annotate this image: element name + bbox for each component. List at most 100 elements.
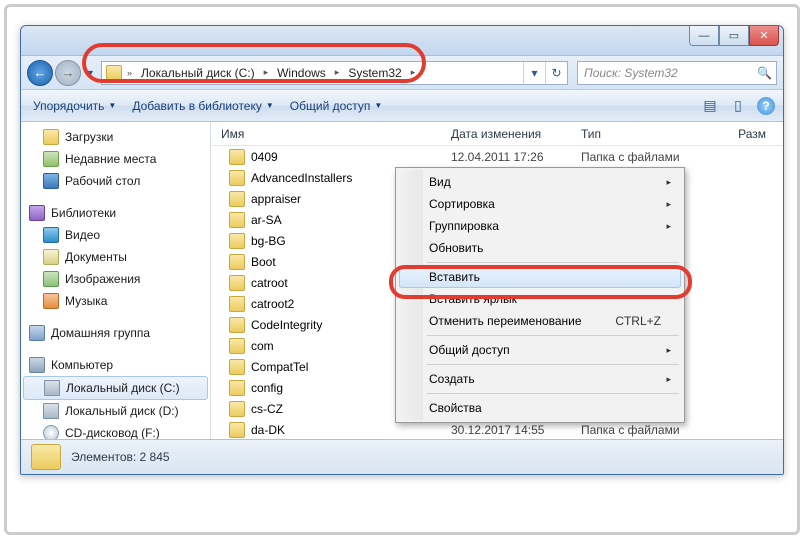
chevron-icon[interactable]: ▸ xyxy=(332,67,343,78)
tree-recent[interactable]: Недавние места xyxy=(21,148,210,170)
tree-drive-d[interactable]: Локальный диск (D:) xyxy=(21,400,210,422)
folder-icon xyxy=(229,422,245,438)
tree-cd-drive[interactable]: CD-дисковод (F:) xyxy=(21,422,210,439)
search-placeholder: Поиск: System32 xyxy=(584,66,678,80)
tree-computer[interactable]: ▽Компьютер xyxy=(21,354,210,376)
folder-icon xyxy=(229,296,245,312)
file-name: 0409 xyxy=(251,150,451,164)
forward-button[interactable]: → xyxy=(55,60,81,86)
desktop-icon xyxy=(43,173,59,189)
preview-pane-button[interactable]: ▯ xyxy=(729,97,747,115)
search-input[interactable]: Поиск: System32 🔍 xyxy=(577,61,777,85)
folder-icon xyxy=(229,359,245,375)
column-headers: Имя Дата изменения Тип Разм xyxy=(211,122,783,146)
folder-icon xyxy=(229,212,245,228)
ctx-new[interactable]: Создать▸ xyxy=(399,368,681,390)
ctx-sort[interactable]: Сортировка▸ xyxy=(399,193,681,215)
submenu-arrow-icon: ▸ xyxy=(666,177,671,188)
tree-music[interactable]: Музыка xyxy=(21,290,210,312)
list-item[interactable]: 040912.04.2011 17:26Папка с файлами xyxy=(211,146,783,167)
close-button[interactable]: ✕ xyxy=(749,26,779,46)
status-bar: Элементов: 2 845 xyxy=(21,439,783,474)
breadcrumb-windows[interactable]: Windows xyxy=(273,66,330,80)
tree-images[interactable]: Изображения xyxy=(21,268,210,290)
view-mode-button[interactable]: ▤ xyxy=(701,97,719,115)
tree-desktop[interactable]: Рабочий стол xyxy=(21,170,210,192)
file-type: Папка с файлами xyxy=(581,423,721,437)
tree-video[interactable]: Видео xyxy=(21,224,210,246)
breadcrumb-drive[interactable]: Локальный диск (C:) xyxy=(137,66,259,80)
address-bar[interactable]: » Локальный диск (C:) ▸ Windows ▸ System… xyxy=(101,61,568,85)
folder-icon xyxy=(229,317,245,333)
cd-icon xyxy=(43,425,59,439)
col-type[interactable]: Тип xyxy=(571,127,711,141)
folder-icon xyxy=(229,170,245,186)
file-type: Папка с файлами xyxy=(581,150,721,164)
col-name[interactable]: Имя xyxy=(211,127,441,141)
submenu-arrow-icon: ▸ xyxy=(666,199,671,210)
computer-icon xyxy=(29,357,45,373)
chevron-icon[interactable]: ▸ xyxy=(261,67,272,78)
titlebar: — ▭ ✕ xyxy=(21,26,783,56)
search-icon[interactable]: 🔍 xyxy=(757,66,772,80)
video-icon xyxy=(43,227,59,243)
tree-drive-c[interactable]: Локальный диск (C:) xyxy=(23,376,208,400)
chevron-icon[interactable]: ▸ xyxy=(408,67,419,78)
folder-icon xyxy=(229,338,245,354)
file-date: 30.12.2017 14:55 xyxy=(451,423,581,437)
add-to-library-menu[interactable]: Добавить в библиотеку▼ xyxy=(128,97,277,115)
shortcut-label: CTRL+Z xyxy=(615,314,661,328)
refresh-button[interactable]: ↻ xyxy=(545,62,567,84)
homegroup-icon xyxy=(29,325,45,341)
ctx-undo-rename[interactable]: Отменить переименованиеCTRL+Z xyxy=(399,310,681,332)
ctx-group[interactable]: Группировка▸ xyxy=(399,215,681,237)
drive-icon xyxy=(43,403,59,419)
documents-icon xyxy=(43,249,59,265)
images-icon xyxy=(43,271,59,287)
tree-homegroup[interactable]: ▷Домашняя группа xyxy=(21,322,210,344)
ctx-paste-shortcut[interactable]: Вставить ярлык xyxy=(399,288,681,310)
back-button[interactable]: ← xyxy=(27,60,53,86)
tree-documents[interactable]: Документы xyxy=(21,246,210,268)
chevron-icon[interactable]: » xyxy=(124,68,135,78)
chevron-down-icon: ▼ xyxy=(374,101,382,110)
breadcrumb-system32[interactable]: System32 xyxy=(344,66,405,80)
folder-icon xyxy=(229,401,245,417)
ctx-view[interactable]: Вид▸ xyxy=(399,171,681,193)
address-dropdown[interactable]: ▾ xyxy=(523,62,545,84)
drive-icon xyxy=(44,380,60,396)
folder-icon xyxy=(229,254,245,270)
ctx-paste[interactable]: Вставить xyxy=(399,266,681,288)
navigation-bar: ← → ▾ » Локальный диск (C:) ▸ Windows ▸ … xyxy=(21,56,783,90)
history-dropdown[interactable]: ▾ xyxy=(83,66,97,80)
submenu-arrow-icon: ▸ xyxy=(666,221,671,232)
ctx-properties[interactable]: Свойства xyxy=(399,397,681,419)
folder-icon xyxy=(229,149,245,165)
folder-icon xyxy=(229,380,245,396)
status-text: Элементов: 2 845 xyxy=(71,450,170,464)
organize-menu[interactable]: Упорядочить▼ xyxy=(29,97,120,115)
tree-downloads[interactable]: Загрузки xyxy=(21,126,210,148)
submenu-arrow-icon: ▸ xyxy=(666,374,671,385)
folder-icon xyxy=(31,444,61,470)
col-size[interactable]: Разм xyxy=(711,127,783,141)
libraries-icon xyxy=(29,205,45,221)
file-name: da-DK xyxy=(251,423,451,437)
ctx-share[interactable]: Общий доступ▸ xyxy=(399,339,681,361)
ctx-refresh[interactable]: Обновить xyxy=(399,237,681,259)
share-menu[interactable]: Общий доступ▼ xyxy=(286,97,387,115)
location-icon xyxy=(106,65,122,81)
chevron-down-icon: ▼ xyxy=(266,101,274,110)
maximize-button[interactable]: ▭ xyxy=(719,26,749,46)
file-date: 12.04.2011 17:26 xyxy=(451,150,581,164)
submenu-arrow-icon: ▸ xyxy=(666,345,671,356)
command-bar: Упорядочить▼ Добавить в библиотеку▼ Общи… xyxy=(21,90,783,122)
folder-icon xyxy=(229,275,245,291)
help-button[interactable]: ? xyxy=(757,97,775,115)
minimize-button[interactable]: — xyxy=(689,26,719,46)
folder-icon xyxy=(229,233,245,249)
context-menu: Вид▸ Сортировка▸ Группировка▸ Обновить В… xyxy=(395,167,685,423)
tree-libraries[interactable]: ▽Библиотеки xyxy=(21,202,210,224)
folder-icon xyxy=(229,191,245,207)
col-date[interactable]: Дата изменения xyxy=(441,127,571,141)
